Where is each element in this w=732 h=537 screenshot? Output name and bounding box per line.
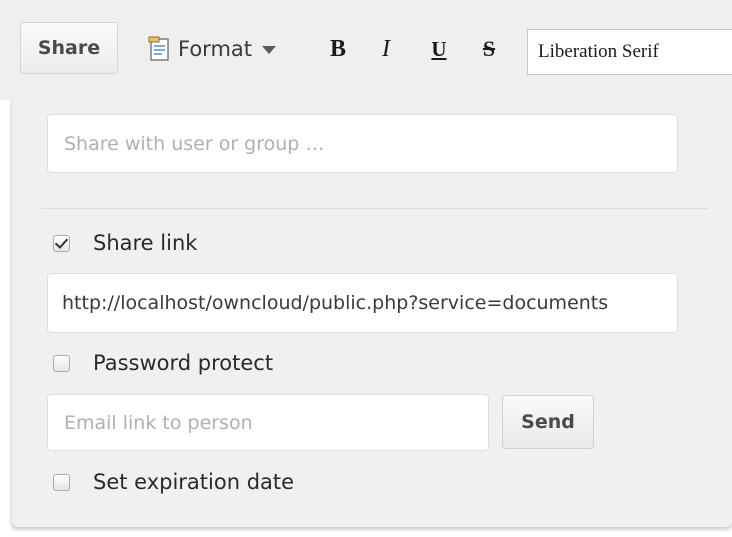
bold-button[interactable]: B — [323, 32, 353, 66]
expiration-date-checkbox[interactable] — [53, 473, 70, 491]
document-format-icon — [148, 36, 172, 62]
password-protect-row: Password protect — [53, 348, 273, 378]
email-link-input[interactable] — [47, 394, 489, 451]
share-link-url-field[interactable] — [47, 273, 678, 333]
chevron-down-icon — [262, 46, 277, 54]
share-link-label: Share link — [93, 231, 198, 255]
divider — [42, 208, 708, 209]
share-button[interactable]: Share — [20, 22, 118, 74]
password-protect-checkbox[interactable] — [53, 354, 70, 372]
strikethrough-button[interactable]: S — [474, 32, 504, 66]
format-dropdown[interactable]: Format — [148, 33, 277, 65]
editor-toolbar: Share Format B I U S Liberation Serif — [0, 0, 732, 100]
share-link-row: Share link — [53, 228, 197, 258]
font-family-select[interactable]: Liberation Serif — [527, 29, 732, 75]
format-label: Format — [178, 37, 253, 61]
document-editor-window: Share Format B I U S Liberation Serif Sh… — [0, 0, 732, 537]
password-protect-label: Password protect — [93, 351, 274, 375]
share-link-checkbox[interactable] — [53, 234, 70, 252]
send-button[interactable]: Send — [502, 395, 594, 449]
share-dropdown-panel: Share link Password protect Send Set exp… — [11, 100, 732, 528]
italic-button[interactable]: I — [371, 32, 401, 66]
expiration-date-label: Set expiration date — [93, 470, 295, 494]
share-with-input[interactable] — [47, 114, 678, 173]
expiration-date-row: Set expiration date — [53, 467, 294, 497]
underline-button[interactable]: U — [424, 32, 454, 66]
